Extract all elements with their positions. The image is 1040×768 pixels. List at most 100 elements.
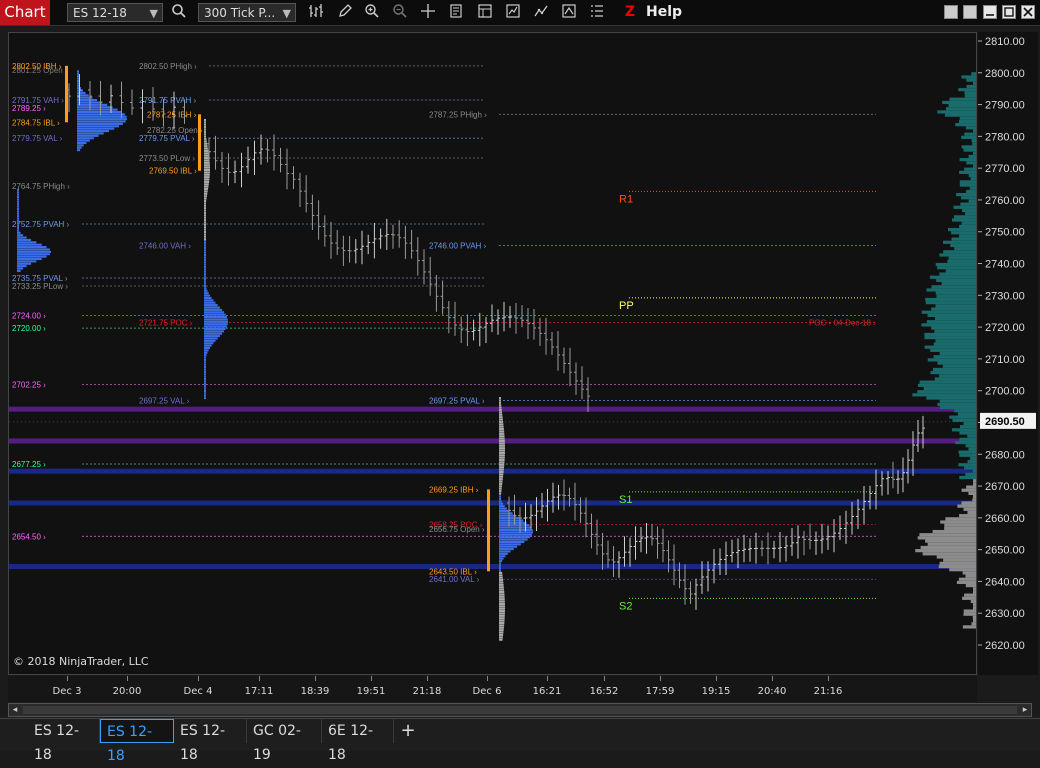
- y-tick-label: 2670.00: [985, 481, 1025, 493]
- level-label: 2724.00 ›: [12, 311, 46, 320]
- level-label: 2697.25 PVAL ›: [429, 396, 485, 405]
- instrument-selector[interactable]: ES 12-18 ▼: [67, 3, 163, 22]
- market-profile-row: [204, 233, 206, 236]
- add-tab-button[interactable]: +: [396, 719, 420, 743]
- chart-trader-icon[interactable]: [559, 3, 579, 22]
- volume-profile-row: [964, 132, 976, 136]
- volume-profile-row: [970, 456, 976, 461]
- market-profile-row: [499, 540, 525, 543]
- close-icon[interactable]: [1021, 5, 1035, 19]
- market-profile-row: [499, 442, 505, 445]
- market-profile-row: [17, 217, 19, 220]
- scroll-thumb[interactable]: [23, 706, 1017, 714]
- market-profile-row: [204, 168, 210, 172]
- volume-profile-row: [962, 571, 976, 575]
- y-tick-label: 2660.00: [985, 513, 1025, 525]
- level-label: 2721.75 POC ›: [139, 319, 193, 328]
- market-profile-row: [204, 154, 210, 157]
- scroll-left-arrow-icon[interactable]: ◂: [9, 704, 21, 716]
- level-label: 2773.50 PLow ›: [139, 154, 195, 163]
- support-band: [9, 500, 976, 506]
- market-profile-row: [204, 277, 206, 280]
- y-tick-label: 2740.00: [985, 259, 1025, 271]
- interval-selector[interactable]: 300 Tick P... ▼: [198, 3, 296, 22]
- volume-profile-row: [959, 183, 976, 187]
- volume-profile-row: [946, 107, 976, 111]
- crosshair-icon[interactable]: [418, 3, 438, 22]
- y-tick-label: 2680.00: [985, 449, 1025, 461]
- time-axis[interactable]: Dec 3 20:00 Dec 4 17:11 18:39 19:51 21:18 Dec 6…: [8, 676, 977, 702]
- x-tick-mark: [828, 676, 829, 681]
- help-menu[interactable]: Help: [646, 3, 682, 22]
- market-profile-row: [499, 521, 527, 524]
- chart-panel[interactable]: R1 PP S1 S2 2802.50 IBH › 2801.25 Open › 2791.…: [8, 32, 977, 675]
- horizontal-scrollbar[interactable]: ◂ ▸: [8, 703, 1032, 717]
- y-tick-label: 2780.00: [985, 131, 1025, 143]
- pencil-icon[interactable]: [335, 3, 355, 22]
- indicators-icon[interactable]: [503, 3, 523, 22]
- market-profile-row: [17, 203, 19, 206]
- dom-icon[interactable]: [587, 3, 607, 22]
- strategies-icon[interactable]: [531, 3, 551, 22]
- z-icon[interactable]: Z: [620, 3, 640, 22]
- price-axis[interactable]: 2810.00 2800.00 2790.00 2780.00 2770.00 2760.…: [978, 32, 1038, 675]
- market-profile-row: [499, 463, 505, 466]
- market-profile-row: [204, 133, 206, 136]
- maximize-icon[interactable]: [983, 5, 997, 19]
- tab-es-2[interactable]: ES 12-18: [100, 719, 174, 764]
- volume-profile-row: [925, 539, 976, 543]
- volume-profile-row: [915, 549, 976, 553]
- properties-icon[interactable]: [446, 3, 466, 22]
- volume-profile-row: [960, 202, 976, 206]
- level-label: 2801.25 Open ›: [12, 66, 68, 75]
- market-profile-row: [204, 251, 206, 254]
- market-profile-row: [17, 269, 21, 272]
- volume-profile-row: [921, 310, 976, 314]
- level-label: 2787.25 IBH ›: [147, 110, 197, 119]
- volume-profile-row: [939, 253, 976, 257]
- volume-profile-row: [926, 320, 976, 324]
- volume-profile-row: [953, 205, 976, 209]
- restore-icon[interactable]: [963, 5, 977, 19]
- volume-profile-row: [957, 504, 976, 508]
- tab-6e[interactable]: 6E 12-18: [322, 719, 394, 763]
- market-profile-row: [499, 423, 504, 426]
- market-profile-row: [77, 141, 87, 145]
- tab-es-3[interactable]: ES 12-18: [174, 719, 247, 763]
- volume-profile-row: [944, 113, 976, 117]
- market-profile-row: [204, 261, 206, 264]
- volume-profile-row: [920, 545, 976, 550]
- bar-chart-icon[interactable]: [306, 3, 326, 22]
- x-tick-label: 20:40: [757, 686, 787, 697]
- tab-gc[interactable]: GC 02-19: [247, 719, 322, 763]
- interval-value: 300 Tick P...: [204, 6, 276, 20]
- volume-profile-row: [966, 78, 976, 82]
- search-icon[interactable]: [169, 3, 189, 22]
- x-tick-label: 19:51: [356, 686, 386, 697]
- market-profile-row: [499, 624, 505, 627]
- market-profile-row: [499, 633, 504, 636]
- price-chart[interactable]: R1PPS1S22802.50 IBH ›2801.25 Open ›2791.…: [9, 33, 976, 674]
- market-profile-row: [204, 265, 206, 269]
- zoom-in-icon[interactable]: [362, 3, 382, 22]
- scroll-right-arrow-icon[interactable]: ▸: [1019, 704, 1031, 716]
- zoom-out-icon[interactable]: [390, 3, 410, 22]
- market-profile-row: [499, 631, 504, 634]
- market-profile-row: [204, 135, 207, 138]
- volume-profile-row: [970, 177, 976, 181]
- market-profile-row: [17, 231, 21, 234]
- volume-profile-row: [971, 72, 976, 76]
- volume-profile-row: [959, 425, 976, 429]
- market-profile-row: [17, 200, 19, 203]
- market-profile-row: [17, 236, 27, 239]
- data-box-icon[interactable]: [475, 3, 495, 22]
- volume-profile-row: [955, 440, 976, 445]
- market-profile-row: [499, 449, 505, 452]
- minimize-icon[interactable]: [944, 5, 958, 19]
- chart-menu-button[interactable]: Chart: [0, 0, 50, 25]
- x-tick-label: 21:18: [412, 686, 442, 697]
- volume-profile-row: [959, 475, 976, 480]
- market-profile-row: [77, 103, 108, 106]
- window-maximize-icon[interactable]: [1002, 5, 1016, 19]
- tab-es-1[interactable]: ES 12-18: [28, 719, 100, 763]
